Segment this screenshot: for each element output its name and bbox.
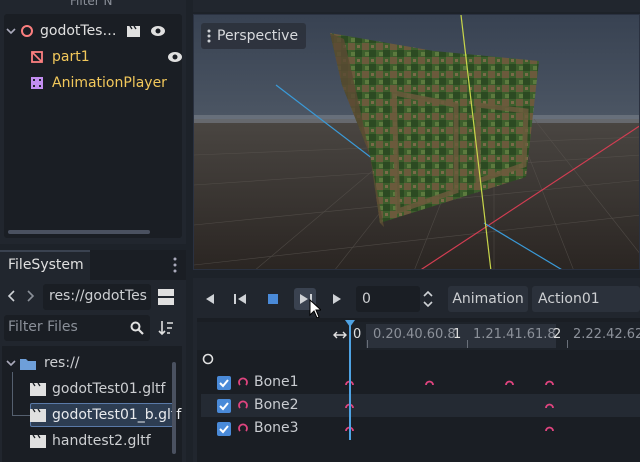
folder-icon <box>20 358 36 370</box>
ruler-tick-label: 0 <box>353 327 362 342</box>
root-track-circle-icon <box>202 353 214 365</box>
forward-arrow-icon[interactable] <box>26 289 36 303</box>
time-input[interactable]: 0 <box>356 286 420 312</box>
path-input[interactable]: res://godotTes <box>43 284 151 310</box>
playhead-handle-icon[interactable] <box>345 320 355 328</box>
track-checkbox[interactable] <box>217 376 231 390</box>
file-label: handtest2.gltf <box>52 433 151 449</box>
path-value: res://godotTes <box>49 288 147 304</box>
viewport-scene <box>194 15 639 269</box>
bone-track-icon <box>238 377 248 387</box>
back-arrow-icon[interactable] <box>6 289 16 303</box>
tab-filesystem[interactable]: FileSystem <box>0 250 90 280</box>
tree-item-animationplayer[interactable]: AnimationPlayer <box>30 71 167 95</box>
skeleton-icon <box>31 51 43 63</box>
ruler-tick-label: 1 <box>453 327 462 342</box>
keyframe-icon[interactable] <box>545 424 554 433</box>
ruler-tick-label: 2 <box>553 327 562 342</box>
bone-track-icon <box>238 400 248 410</box>
tree-item-label: AnimationPlayer <box>52 75 167 91</box>
animation-select-value: Action01 <box>538 291 600 307</box>
track-checkbox[interactable] <box>217 422 231 436</box>
track-name: Bone1 <box>254 374 299 390</box>
file-label: godotTest01_b.gltf <box>52 407 182 423</box>
keyframe-icon[interactable] <box>545 401 554 410</box>
track-name: Bone3 <box>254 420 299 436</box>
chevron-down-icon[interactable] <box>6 358 16 368</box>
file-row[interactable]: godotTest01.gltf <box>30 377 165 401</box>
time-value: 0 <box>362 291 371 307</box>
track-row[interactable]: Bone1 <box>201 371 640 394</box>
zoom-horizontal-icon[interactable] <box>333 328 347 342</box>
tree-item-label: part1 <box>52 49 90 65</box>
ruler-tick <box>567 340 568 348</box>
perspective-button[interactable]: Perspective <box>201 23 307 49</box>
mouse-cursor-icon <box>309 299 321 319</box>
scene-toolbar: Filter N <box>0 0 186 8</box>
scene-tree-scrollbar[interactable] <box>8 230 150 234</box>
bone-track-icon <box>238 423 248 433</box>
tab-label: FileSystem <box>8 257 84 273</box>
animation-player-icon <box>31 77 43 89</box>
play-backwards-from-end-icon[interactable] <box>230 288 252 310</box>
scene-file-icon <box>30 434 46 448</box>
track-row[interactable]: Bone2 <box>201 394 640 417</box>
file-tree-scrollbar[interactable] <box>172 362 176 454</box>
ruler-tick-label: 2.22.42.62 <box>573 327 640 342</box>
search-icon <box>130 321 144 335</box>
time-spinner-icon[interactable] <box>420 286 436 312</box>
animation-label: Animation <box>452 291 524 307</box>
ruler-tick <box>467 340 468 348</box>
chevron-down-icon[interactable] <box>6 26 16 36</box>
tree-item-label: godotTes… <box>40 23 117 39</box>
sort-icon[interactable] <box>158 320 174 336</box>
clapperboard-icon[interactable] <box>126 24 142 38</box>
filter-files-input[interactable]: Filter Files <box>4 315 150 341</box>
play-icon[interactable] <box>326 288 348 310</box>
animation-select[interactable]: Action01 <box>532 286 640 312</box>
visibility-eye-icon[interactable] <box>150 25 166 37</box>
file-label: godotTest01.gltf <box>52 381 166 397</box>
track-name: Bone2 <box>254 397 299 413</box>
ruler-tick-label: 1.21.41.61.8 <box>473 327 556 342</box>
scene-filter-label[interactable]: Filter N <box>70 0 113 8</box>
scene-file-icon <box>30 408 46 422</box>
file-row[interactable]: handtest2.gltf <box>30 429 151 453</box>
folder-row-root[interactable]: res:// <box>6 351 80 375</box>
folder-label: res:// <box>44 355 80 371</box>
animation-menu-button[interactable]: Animation <box>448 286 528 312</box>
kebab-menu-icon[interactable] <box>172 256 178 274</box>
ruler-tick <box>367 340 368 348</box>
track-checkbox[interactable] <box>217 399 231 413</box>
perspective-label: Perspective <box>217 28 299 44</box>
scene-file-icon <box>30 382 46 396</box>
tree-item-part1[interactable]: part1 <box>30 45 183 69</box>
keyframe-icon[interactable] <box>505 378 514 387</box>
keyframe-icon[interactable] <box>545 378 554 387</box>
tree-item-root[interactable]: godotTes… <box>6 19 166 43</box>
playhead[interactable] <box>349 322 351 440</box>
3d-viewport[interactable] <box>193 14 640 270</box>
split-view-icon[interactable] <box>158 289 174 305</box>
tree-guide-line <box>12 372 13 415</box>
file-row[interactable]: godotTest01_b.gltf <box>30 403 181 427</box>
stop-icon[interactable] <box>262 288 284 310</box>
tree-guide-line <box>12 415 30 416</box>
ruler-tick-label: 0.20.40.60.8 <box>373 327 456 342</box>
play-backwards-icon[interactable] <box>199 288 221 310</box>
kebab-menu-icon <box>207 29 211 43</box>
filter-placeholder: Filter Files <box>8 319 78 335</box>
viewport-toolbar <box>193 0 640 12</box>
keyframe-icon[interactable] <box>425 378 434 387</box>
track-row[interactable]: Bone3 <box>201 417 640 440</box>
node3d-icon <box>21 25 33 37</box>
visibility-eye-icon[interactable] <box>167 51 183 63</box>
